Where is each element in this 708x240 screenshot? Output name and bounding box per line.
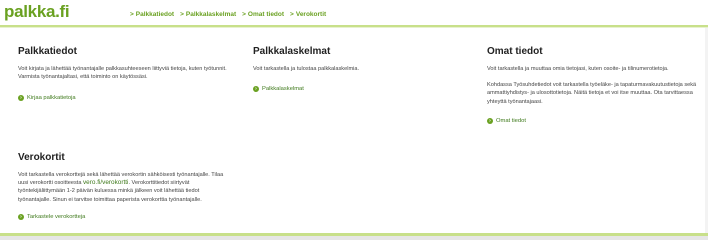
card-text: Varmista työnantajaltasi, että toiminto …: [18, 74, 148, 81]
nav-label: Verokortit: [295, 11, 327, 18]
card-text: Voit tarkastella ja tulostaa palkkalaske…: [253, 66, 360, 72]
arrow-circle-icon: ›: [18, 95, 24, 102]
card-title: Verokortit: [18, 152, 65, 163]
card-text: Kohdassa Työsuhdetiedot voit tarkastella…: [487, 82, 697, 105]
vero-fi-link[interactable]: vero.fi/verokortti: [83, 179, 128, 186]
palkka-logo[interactable]: palkka.fi: [4, 2, 70, 22]
card-verokortit: Verokortit Voit tarkastella verokorttejä…: [18, 152, 233, 220]
nav-verokortit[interactable]: > Verokortit: [290, 11, 326, 18]
top-bar: palkka.fi > Palkkatiedot > Palkkalaskelmat…: [0, 0, 708, 28]
palkkalaskelmat-link[interactable]: › Palkkalaskelmat: [253, 86, 468, 93]
nav-omat-tiedot[interactable]: > Omat tiedot: [242, 11, 284, 18]
nav-palkkatiedot[interactable]: > Palkkatiedot: [130, 11, 174, 18]
nav-palkkalaskelmat[interactable]: > Palkkalaskelmat: [180, 11, 236, 18]
card-omat-tiedot: Omat tiedot Voit tarkastella ja muuttaa …: [487, 46, 702, 124]
link-label: Tarkastele verokortteja: [27, 213, 86, 220]
nav-label: Palkkatiedot: [135, 11, 175, 18]
nav-arrow-icon: >: [290, 11, 294, 18]
nav-arrow-icon: >: [180, 11, 184, 18]
card-title: Palkkatiedot: [18, 46, 77, 57]
nav-arrow-icon: >: [130, 11, 134, 18]
nav-arrow-icon: >: [242, 11, 246, 18]
kirjaa-palkkatietoja-link[interactable]: › Kirjaa palkkatietoja: [18, 95, 233, 102]
card-palkkatiedot: Palkkatiedot Voit kirjata ja lähettää ty…: [18, 46, 233, 102]
nav-label: Omat tiedot: [247, 11, 285, 18]
card-title: Palkkalaskelmat: [253, 46, 331, 57]
arrow-circle-icon: ›: [487, 117, 493, 124]
arrow-circle-icon: ›: [18, 213, 24, 220]
link-label: Omat tiedot: [496, 117, 526, 124]
card-text: Voit kirjata ja lähettää työnantajalle p…: [18, 66, 227, 72]
card-title: Omat tiedot: [487, 46, 543, 57]
card-text: Voit tarkastella verokorttejä sekä lähet…: [18, 171, 233, 204]
link-label: Kirjaa palkkatietoja: [27, 95, 76, 102]
main-content: Palkkatiedot Voit kirjata ja lähettää ty…: [0, 28, 708, 235]
top-navigation: > Palkkatiedot > Palkkalaskelmat > Omat tie…: [130, 11, 332, 18]
footer-bar: [0, 236, 708, 240]
nav-label: Palkkalaskelmat: [185, 11, 237, 18]
arrow-circle-icon: ›: [253, 86, 259, 93]
omat-tiedot-link[interactable]: › Omat tiedot: [487, 117, 702, 124]
tarkastele-verokortteja-link[interactable]: › Tarkastele verokortteja: [18, 213, 233, 220]
card-palkkalaskelmat: Palkkalaskelmat Voit tarkastella ja tulo…: [253, 46, 468, 93]
card-text: Voit tarkastella ja muuttaa omia tietoja…: [487, 66, 669, 72]
link-label: Palkkalaskelmat: [262, 86, 304, 93]
